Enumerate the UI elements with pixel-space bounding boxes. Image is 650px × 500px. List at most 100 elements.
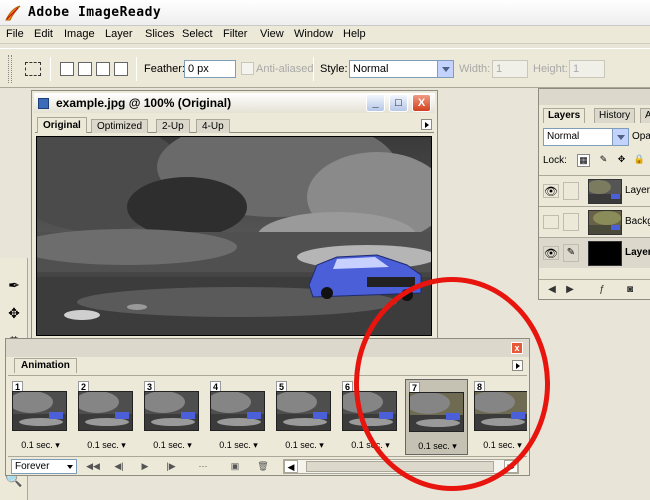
image-canvas[interactable] — [36, 136, 432, 336]
new-frame-icon[interactable]: ▣ — [226, 459, 244, 474]
layer-style-icon[interactable]: ƒ — [595, 283, 609, 297]
loop-select[interactable]: Forever — [11, 459, 77, 474]
lock-position-icon[interactable]: ✥ — [615, 154, 628, 167]
brush-icon[interactable]: ✎ — [563, 244, 579, 262]
menu-select[interactable]: Select — [182, 28, 213, 40]
layer-link-box[interactable] — [563, 182, 579, 200]
close-button[interactable]: X — [412, 94, 431, 112]
lock-transparency-icon[interactable]: ▦ — [577, 154, 590, 167]
menu-layer[interactable]: Layer — [105, 28, 133, 40]
menu-filter[interactable]: Filter — [223, 28, 247, 40]
tab-actions[interactable]: A — [640, 108, 650, 123]
frame-delay[interactable]: 0.1 sec. ▾ — [9, 440, 72, 451]
animation-frame[interactable]: 7 0.1 sec. ▾ — [405, 379, 468, 455]
frame-delay[interactable]: 0.1 sec. ▾ — [141, 440, 204, 451]
chevron-down-icon — [437, 61, 453, 77]
animation-frame[interactable]: 3 0.1 sec. ▾ — [141, 379, 204, 455]
layers-panel: Layers History A Normal Opa Lock: ▦ ✎ ✥ … — [538, 88, 650, 300]
anti-aliased-label: Anti-aliased — [256, 63, 314, 75]
maximize-icon: □ — [395, 97, 402, 109]
lock-all-icon[interactable]: 🔒 — [633, 154, 646, 167]
menu-image[interactable]: Image — [64, 28, 95, 40]
palette-title-bar[interactable]: x — [6, 339, 529, 357]
tween-icon[interactable]: ⋯ — [194, 459, 212, 474]
tab-4-up[interactable]: 4-Up — [196, 119, 230, 133]
frame-delay[interactable]: 0.1 sec. ▾ — [471, 440, 527, 451]
height-input[interactable]: 1 — [569, 60, 605, 78]
feather-input[interactable]: 0 px — [184, 60, 236, 78]
style-select-value: Normal — [353, 63, 389, 75]
tab-animation[interactable]: Animation — [14, 358, 77, 373]
animation-frame[interactable]: 1 0.1 sec. ▾ — [9, 379, 72, 455]
width-input[interactable]: 1 — [492, 60, 528, 78]
layer-thumbnail — [588, 179, 622, 204]
frame-delay[interactable]: 0.1 sec. ▾ — [406, 441, 469, 452]
rectangular-marquee-icon[interactable] — [25, 62, 41, 76]
options-bar-grip[interactable] — [8, 55, 12, 83]
animation-frame[interactable]: 6 0.1 sec. ▾ — [339, 379, 402, 455]
close-icon[interactable]: x — [511, 342, 523, 354]
new-selection-icon[interactable] — [60, 62, 74, 76]
maximize-button[interactable]: □ — [389, 94, 408, 112]
animation-frame[interactable]: 5 0.1 sec. ▾ — [273, 379, 336, 455]
layer-next-icon[interactable]: ▶ — [563, 283, 577, 297]
step-back-icon[interactable]: ◀| — [110, 459, 128, 474]
layer-mask-icon[interactable]: ◙ — [623, 283, 637, 297]
layer-row[interactable]: Backg — [539, 206, 650, 237]
animation-controls: Forever ◀◀ ◀| ▶ |▶ ⋯ ▣ 🗑 ◀ ▶ — [8, 456, 527, 475]
divider — [313, 57, 314, 81]
intersect-selection-icon[interactable] — [114, 62, 128, 76]
frame-thumbnail — [12, 391, 67, 431]
panel-title-bar[interactable] — [539, 89, 650, 105]
step-forward-icon[interactable]: |▶ — [162, 459, 180, 474]
menu-file[interactable]: File — [6, 28, 24, 40]
layer-prev-icon[interactable]: ◀ — [545, 283, 559, 297]
app-title-bar: Adobe ImageReady — [0, 0, 650, 26]
tab-menu-arrow-icon[interactable] — [421, 119, 432, 130]
trash-icon[interactable]: 🗑 — [254, 459, 272, 474]
menu-slices[interactable]: Slices — [145, 28, 174, 40]
frame-thumbnail — [78, 391, 133, 431]
menu-view[interactable]: View — [260, 28, 284, 40]
frame-delay[interactable]: 0.1 sec. ▾ — [339, 440, 402, 451]
menu-edit[interactable]: Edit — [34, 28, 53, 40]
frame-delay[interactable]: 0.1 sec. ▾ — [75, 440, 138, 451]
tab-history[interactable]: History — [594, 108, 636, 123]
palette-menu-arrow-icon[interactable] — [512, 360, 523, 371]
animation-frame[interactable]: 2 0.1 sec. ▾ — [75, 379, 138, 455]
animation-frame[interactable]: 8 0.1 sec. ▾ — [471, 379, 527, 455]
rewind-icon[interactable]: ◀◀ — [84, 459, 102, 474]
tab-2-up[interactable]: 2-Up — [156, 119, 190, 133]
tab-optimized[interactable]: Optimized — [91, 119, 149, 133]
play-icon[interactable]: ▶ — [136, 459, 154, 474]
tab-layers[interactable]: Layers — [543, 108, 586, 123]
document-title-bar[interactable]: example.jpg @ 100% (Original) _ □ X — [34, 93, 435, 113]
layer-row-selected[interactable]: 👁 ✎ Layer — [539, 237, 650, 268]
animation-frame[interactable]: 4 0.1 sec. ▾ — [207, 379, 270, 455]
scroll-left-icon[interactable]: ◀ — [284, 460, 298, 473]
minimize-button[interactable]: _ — [366, 94, 385, 112]
menu-help[interactable]: Help — [343, 28, 366, 40]
tab-original[interactable]: Original — [37, 117, 87, 133]
feather-tool-icon[interactable]: ✒ — [3, 274, 25, 296]
menubar: File Edit Image Layer Slices Select Filt… — [0, 26, 650, 44]
style-select[interactable]: Normal — [349, 60, 454, 78]
subtract-from-selection-icon[interactable] — [96, 62, 110, 76]
layer-link-box[interactable] — [563, 213, 579, 231]
blend-mode-select[interactable]: Normal — [543, 128, 629, 146]
frame-thumbnail — [276, 391, 331, 431]
scroll-thumb[interactable] — [306, 461, 494, 472]
frames-scrollbar[interactable]: ◀ ▶ — [283, 459, 519, 474]
eye-icon[interactable]: 👁 — [543, 184, 559, 198]
eye-icon[interactable]: 👁 — [543, 246, 559, 260]
add-to-selection-icon[interactable] — [78, 62, 92, 76]
scroll-right-icon[interactable]: ▶ — [504, 460, 518, 473]
eye-hidden-box[interactable] — [543, 215, 559, 229]
menu-window[interactable]: Window — [294, 28, 333, 40]
layer-row[interactable]: 👁 Layer — [539, 175, 650, 206]
frame-delay[interactable]: 0.1 sec. ▾ — [273, 440, 336, 451]
lock-brush-icon[interactable]: ✎ — [597, 154, 610, 167]
move-tool-icon[interactable]: ✥ — [3, 302, 25, 324]
anti-aliased-checkbox[interactable] — [241, 62, 254, 75]
frame-delay[interactable]: 0.1 sec. ▾ — [207, 440, 270, 451]
